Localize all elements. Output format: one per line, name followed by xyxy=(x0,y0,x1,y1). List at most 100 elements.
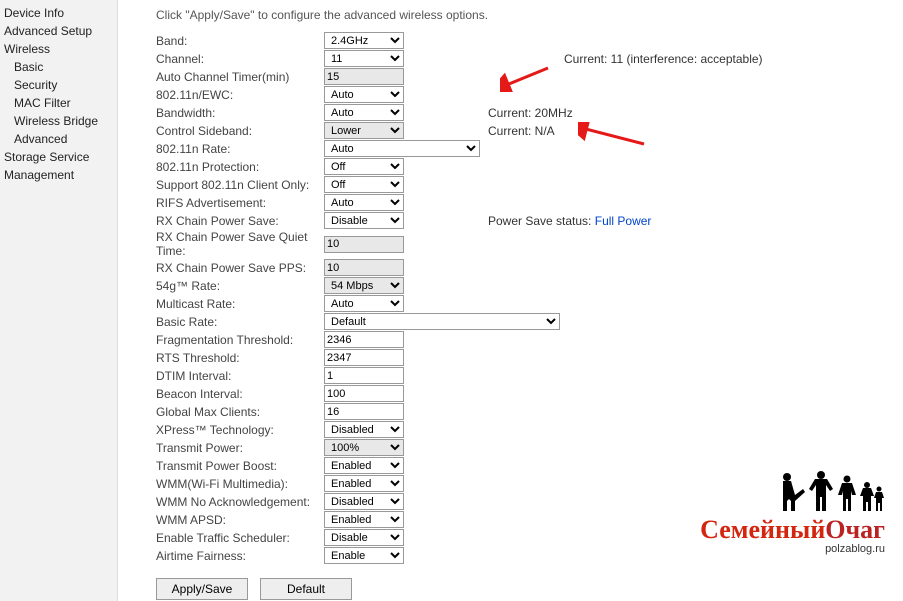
row-ctrlsb: Control Sideband:Lower Current: N/A xyxy=(156,122,887,139)
select-af[interactable]: Enable xyxy=(324,547,404,564)
label-xpress: XPress™ Technology: xyxy=(156,423,324,437)
input-beacon[interactable] xyxy=(324,385,404,402)
label-ets: Enable Traffic Scheduler: xyxy=(156,531,324,545)
row-mcast: Multicast Rate:Auto xyxy=(156,295,887,312)
select-nrate[interactable]: Auto xyxy=(324,140,480,157)
row-ets: Enable Traffic Scheduler:Disable xyxy=(156,529,887,546)
row-nprot: 802.11n Protection:Off xyxy=(156,158,887,175)
sidebar-item-advanced-setup[interactable]: Advanced Setup xyxy=(0,22,117,40)
select-brate[interactable]: Default xyxy=(324,313,560,330)
sidebar-item-basic[interactable]: Basic xyxy=(0,58,117,76)
sidebar: Device InfoAdvanced SetupWirelessBasicSe… xyxy=(0,0,118,601)
aux-bw: Current: 20MHz xyxy=(488,106,573,120)
row-rxps: RX Chain Power Save:Disable Power Save st… xyxy=(156,212,887,229)
select-wmmna[interactable]: Disabled xyxy=(324,493,404,510)
select-rifs[interactable]: Auto xyxy=(324,194,404,211)
label-ctrlsb: Control Sideband: xyxy=(156,124,324,138)
label-band: Band: xyxy=(156,34,324,48)
row-brate: Basic Rate:Default xyxy=(156,313,887,330)
input-rxpps xyxy=(324,259,404,276)
row-channel: Channel:11 Current: 11 (interference: acc… xyxy=(156,50,887,67)
row-nrate: 802.11n Rate:Auto xyxy=(156,140,887,157)
sidebar-item-mac-filter[interactable]: MAC Filter xyxy=(0,94,117,112)
row-frag: Fragmentation Threshold: xyxy=(156,331,887,348)
sidebar-item-storage-service[interactable]: Storage Service xyxy=(0,148,117,166)
select-mcast[interactable]: Auto xyxy=(324,295,404,312)
sidebar-item-wireless[interactable]: Wireless xyxy=(0,40,117,58)
row-autochan: Auto Channel Timer(min) xyxy=(156,68,887,85)
select-channel[interactable]: 11 xyxy=(324,50,404,67)
label-rts: RTS Threshold: xyxy=(156,351,324,365)
select-wmm[interactable]: Enabled xyxy=(324,475,404,492)
row-wmmap: WMM APSD:Enabled xyxy=(156,511,887,528)
default-button[interactable]: Default xyxy=(260,578,352,600)
select-txp: 100% xyxy=(324,439,404,456)
select-rxps[interactable]: Disable xyxy=(324,212,404,229)
select-band[interactable]: 2.4GHz xyxy=(324,32,404,49)
apply-save-button[interactable]: Apply/Save xyxy=(156,578,248,600)
input-frag[interactable] xyxy=(324,331,404,348)
row-rifs: RIFS Advertisement:Auto xyxy=(156,194,887,211)
sidebar-item-device-info[interactable]: Device Info xyxy=(0,4,117,22)
row-ewc: 802.11n/EWC:Auto xyxy=(156,86,887,103)
label-txpb: Transmit Power Boost: xyxy=(156,459,324,473)
row-g54: 54g™ Rate:54 Mbps xyxy=(156,277,887,294)
label-txp: Transmit Power: xyxy=(156,441,324,455)
select-g54: 54 Mbps xyxy=(324,277,404,294)
label-wmmna: WMM No Acknowledgement: xyxy=(156,495,324,509)
link-rxps[interactable]: Full Power xyxy=(595,214,652,228)
label-bw: Bandwidth: xyxy=(156,106,324,120)
label-channel: Channel: xyxy=(156,52,324,66)
label-ewc: 802.11n/EWC: xyxy=(156,88,324,102)
row-dtim: DTIM Interval: xyxy=(156,367,887,384)
row-wmm: WMM(Wi-Fi Multimedia):Enabled xyxy=(156,475,887,492)
select-bw[interactable]: Auto xyxy=(324,104,404,121)
settings-form: Band:2.4GHzChannel:11Current: 11 (interf… xyxy=(156,32,887,564)
input-maxc[interactable] xyxy=(324,403,404,420)
input-rxpsq xyxy=(324,236,404,253)
row-maxc: Global Max Clients: xyxy=(156,403,887,420)
row-band: Band:2.4GHz xyxy=(156,32,887,49)
input-rts[interactable] xyxy=(324,349,404,366)
label-beacon: Beacon Interval: xyxy=(156,387,324,401)
sidebar-item-wireless-bridge[interactable]: Wireless Bridge xyxy=(0,112,117,130)
label-nclient: Support 802.11n Client Only: xyxy=(156,178,324,192)
sidebar-item-security[interactable]: Security xyxy=(0,76,117,94)
input-dtim[interactable] xyxy=(324,367,404,384)
label-maxc: Global Max Clients: xyxy=(156,405,324,419)
row-beacon: Beacon Interval: xyxy=(156,385,887,402)
label-dtim: DTIM Interval: xyxy=(156,369,324,383)
row-xpress: XPress™ Technology:Disabled xyxy=(156,421,887,438)
label-autochan: Auto Channel Timer(min) xyxy=(156,70,324,84)
label-brate: Basic Rate: xyxy=(156,315,324,329)
label-nprot: 802.11n Protection: xyxy=(156,160,324,174)
row-txp: Transmit Power:100% xyxy=(156,439,887,456)
select-ctrlsb: Lower xyxy=(324,122,404,139)
row-af: Airtime Fairness:Enable xyxy=(156,547,887,564)
main-panel: Click "Apply/Save" to configure the adva… xyxy=(118,0,903,601)
sidebar-item-management[interactable]: Management xyxy=(0,166,117,184)
aux-ctrlsb: Current: N/A xyxy=(488,124,555,138)
label-frag: Fragmentation Threshold: xyxy=(156,333,324,347)
select-nprot[interactable]: Off xyxy=(324,158,404,175)
sidebar-item-advanced[interactable]: Advanced xyxy=(0,130,117,148)
label-rxps: RX Chain Power Save: xyxy=(156,214,324,228)
label-rifs: RIFS Advertisement: xyxy=(156,196,324,210)
row-rxpps: RX Chain Power Save PPS: xyxy=(156,259,887,276)
aux-channel: Current: 11 (interference: acceptable) xyxy=(564,52,763,66)
label-wmmap: WMM APSD: xyxy=(156,513,324,527)
intro-text: Click "Apply/Save" to configure the adva… xyxy=(156,8,887,22)
select-nclient[interactable]: Off xyxy=(324,176,404,193)
select-txpb[interactable]: Enabled xyxy=(324,457,404,474)
row-nclient: Support 802.11n Client Only:Off xyxy=(156,176,887,193)
select-wmmap[interactable]: Enabled xyxy=(324,511,404,528)
button-row: Apply/Save Default xyxy=(156,578,887,600)
select-xpress[interactable]: Disabled xyxy=(324,421,404,438)
label-nrate: 802.11n Rate: xyxy=(156,142,324,156)
label-rxpps: RX Chain Power Save PPS: xyxy=(156,261,324,275)
row-wmmna: WMM No Acknowledgement:Disabled xyxy=(156,493,887,510)
aux-rxps: Power Save status: Full Power xyxy=(488,214,651,228)
row-rts: RTS Threshold: xyxy=(156,349,887,366)
select-ewc[interactable]: Auto xyxy=(324,86,404,103)
select-ets[interactable]: Disable xyxy=(324,529,404,546)
